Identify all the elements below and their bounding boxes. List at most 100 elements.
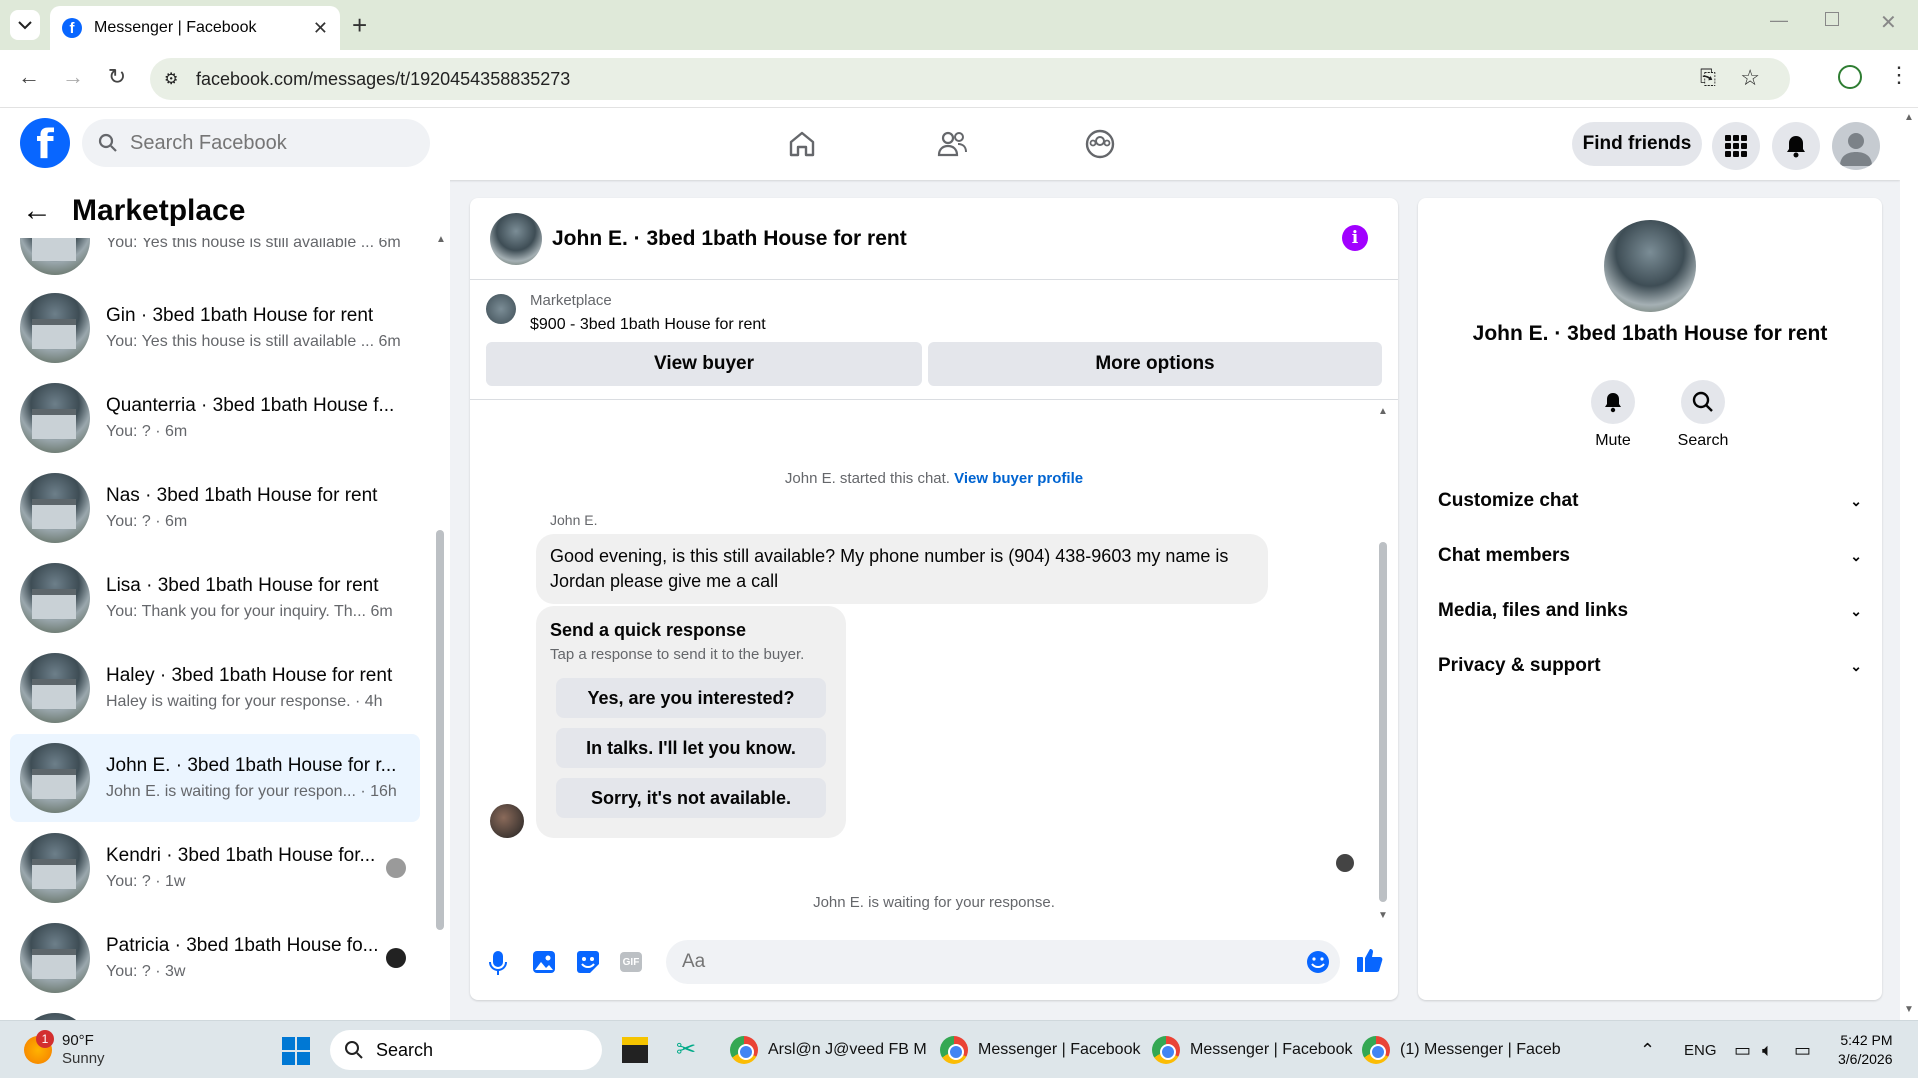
clock[interactable]: 5:42 PM 3/6/2026	[1838, 1031, 1893, 1069]
reload-button[interactable]: ↻	[102, 64, 132, 90]
site-info-icon[interactable]: ⚙	[164, 69, 178, 89]
scrollbar-thumb[interactable]	[1379, 542, 1387, 902]
conversation-name: Nas · 3bed 1bath House for rent	[106, 485, 378, 506]
scroll-up-arrow-icon[interactable]: ▲	[436, 234, 446, 245]
search-box[interactable]	[82, 119, 430, 167]
scrollbar-thumb[interactable]	[436, 530, 444, 930]
scroll-down-arrow-icon[interactable]: ▼	[1378, 910, 1388, 921]
sticky-notes-icon[interactable]	[622, 1037, 648, 1063]
gif-icon[interactable]: GIF	[620, 952, 642, 972]
scroll-up-arrow-icon[interactable]: ▲	[1378, 406, 1388, 417]
privacy-support-row[interactable]: Privacy & support ⌄	[1438, 643, 1862, 689]
windows-logo-icon	[282, 1037, 310, 1065]
tray-chevron-up-icon[interactable]: ⌃	[1640, 1021, 1655, 1078]
quick-response-yes[interactable]: Yes, are you interested?	[556, 678, 826, 718]
conversation-item[interactable]: Gin · 3bed 1bath House for rent You: Yes…	[10, 284, 420, 372]
mute-button[interactable]: Mute	[1578, 380, 1648, 450]
weather-widget[interactable]: 1 90°F Sunny	[24, 1021, 105, 1078]
chrome-icon	[940, 1036, 968, 1064]
search-in-chat-button[interactable]: Search	[1668, 380, 1738, 450]
taskbar-search[interactable]: Search	[330, 1030, 602, 1070]
search-input[interactable]	[130, 131, 390, 155]
taskbar-app-chrome-4[interactable]: (1) Messenger | Faceb	[1362, 1021, 1561, 1078]
taskbar-app-chrome-1[interactable]: Arsl@n J@veed FB M	[730, 1021, 927, 1078]
tab-messenger[interactable]: f Messenger | Facebook ✕	[50, 6, 340, 50]
more-options-button[interactable]: More options	[928, 342, 1382, 386]
conversation-list[interactable]: You: Yes this house is still available .…	[0, 238, 436, 1020]
network-icon[interactable]: ▭	[1734, 1021, 1751, 1078]
taskbar-app-label: (1) Messenger | Faceb	[1400, 1041, 1561, 1058]
page-scrollbar[interactable]: ▲ ▼	[1900, 108, 1918, 1020]
account-avatar[interactable]	[1832, 122, 1880, 170]
taskbar-app-chrome-2[interactable]: Messenger | Facebook	[940, 1021, 1140, 1078]
battery-icon[interactable]: ▭	[1794, 1021, 1811, 1078]
chat-started-notice: John E. started this chat. View buyer pr…	[470, 470, 1398, 487]
customize-chat-row[interactable]: Customize chat ⌄	[1438, 478, 1862, 524]
like-button[interactable]	[1356, 946, 1384, 979]
scroll-up-arrow-icon[interactable]: ▲	[1904, 112, 1914, 123]
restore-button[interactable]	[1825, 12, 1839, 26]
voice-clip-button[interactable]	[488, 950, 508, 981]
conversation-item[interactable]: Quanterria · 3bed 1bath House f... You: …	[10, 374, 420, 462]
media-files-links-row[interactable]: Media, files and links ⌄	[1438, 588, 1862, 634]
forward-button[interactable]: →	[58, 64, 88, 90]
home-nav-button[interactable]	[780, 122, 824, 166]
view-buyer-button[interactable]: View buyer	[486, 342, 922, 386]
start-button[interactable]	[282, 1037, 310, 1070]
url-bar[interactable]: ⚙ facebook.com/messages/t/19204543588352…	[150, 58, 1790, 100]
scroll-down-arrow-icon[interactable]: ▼	[1904, 1004, 1914, 1015]
facebook-logo-icon[interactable]: f	[20, 118, 70, 168]
attach-image-button[interactable]	[532, 950, 556, 979]
conversation-item-selected[interactable]: John E. · 3bed 1bath House for r... John…	[10, 734, 420, 822]
back-button[interactable]: ←	[14, 64, 44, 90]
info-icon[interactable]: i	[1342, 225, 1368, 251]
conversation-item[interactable]: Nas · 3bed 1bath House for rent You: ? ·…	[10, 464, 420, 552]
sidebar-scrollbar[interactable]: ▲ ▼	[436, 234, 446, 1020]
friends-nav-button[interactable]	[930, 122, 974, 166]
tab-search-button[interactable]	[10, 10, 40, 40]
conversation-preview: John E. is waiting for your respon...	[106, 783, 356, 800]
notifications-button[interactable]	[1772, 122, 1820, 170]
message-input-box[interactable]	[666, 940, 1340, 984]
search-icon	[345, 1041, 363, 1059]
chat-members-row[interactable]: Chat members ⌄	[1438, 533, 1862, 579]
back-arrow-icon[interactable]: ←	[22, 194, 52, 228]
conversation-item[interactable]: Lisa · 3bed 1bath House for rent You: Th…	[10, 554, 420, 642]
snipping-tool-icon[interactable]: ✂	[676, 1035, 696, 1064]
chat-title[interactable]: John E. · 3bed 1bath House for rent	[552, 227, 907, 251]
close-window-button[interactable]: ✕	[1880, 10, 1897, 35]
new-tab-button[interactable]: +	[352, 10, 367, 41]
sticker-button[interactable]	[576, 950, 600, 979]
conversation-item[interactable]: Haley · 3bed 1bath House for rent Haley …	[10, 644, 420, 732]
bookmark-star-icon[interactable]: ☆	[1740, 65, 1760, 91]
conversation-item[interactable]	[10, 1004, 420, 1020]
message-input[interactable]	[682, 951, 1242, 973]
menu-button[interactable]	[1712, 122, 1760, 170]
emoji-icon[interactable]	[1306, 950, 1330, 974]
quick-response-in-talks[interactable]: In talks. I'll let you know.	[556, 728, 826, 768]
find-friends-button[interactable]: Find friends	[1572, 122, 1702, 166]
close-tab-icon[interactable]: ✕	[313, 18, 328, 39]
language-indicator[interactable]: ENG	[1684, 1021, 1717, 1078]
chat-avatar[interactable]	[490, 212, 542, 265]
install-app-icon[interactable]: ⎘	[1700, 67, 1716, 90]
microphone-icon	[489, 951, 507, 975]
contact-avatar[interactable]	[1604, 220, 1696, 312]
volume-icon[interactable]: 🔈︎	[1762, 1021, 1773, 1078]
minimize-button[interactable]: —	[1770, 10, 1788, 31]
conversation-preview: You: Yes this house is still available .…	[106, 238, 375, 251]
quick-response-not-available[interactable]: Sorry, it's not available.	[556, 778, 826, 818]
url-text: facebook.com/messages/t/1920454358835273	[196, 68, 571, 89]
chat-scrollbar[interactable]: ▲ ▼	[1378, 406, 1390, 921]
groups-nav-button[interactable]	[1078, 122, 1122, 166]
profile-icon[interactable]	[1838, 65, 1862, 89]
conversation-item[interactable]: You: Yes this house is still available .…	[10, 238, 420, 284]
listing-title: $900 - 3bed 1bath House for rent	[530, 316, 766, 333]
browser-menu-icon[interactable]: ⋮	[1888, 62, 1910, 88]
conversation-item[interactable]: Patricia · 3bed 1bath House fo... You: ?…	[10, 914, 420, 1002]
taskbar-app-chrome-3[interactable]: Messenger | Facebook	[1152, 1021, 1352, 1078]
view-buyer-profile-link[interactable]: View buyer profile	[954, 470, 1083, 487]
conversation-item[interactable]: Kendri · 3bed 1bath House for... You: ? …	[10, 824, 420, 912]
incoming-message[interactable]: Good evening, is this still available? M…	[536, 534, 1268, 604]
chat-started-text: John E. started this chat.	[784, 470, 950, 487]
